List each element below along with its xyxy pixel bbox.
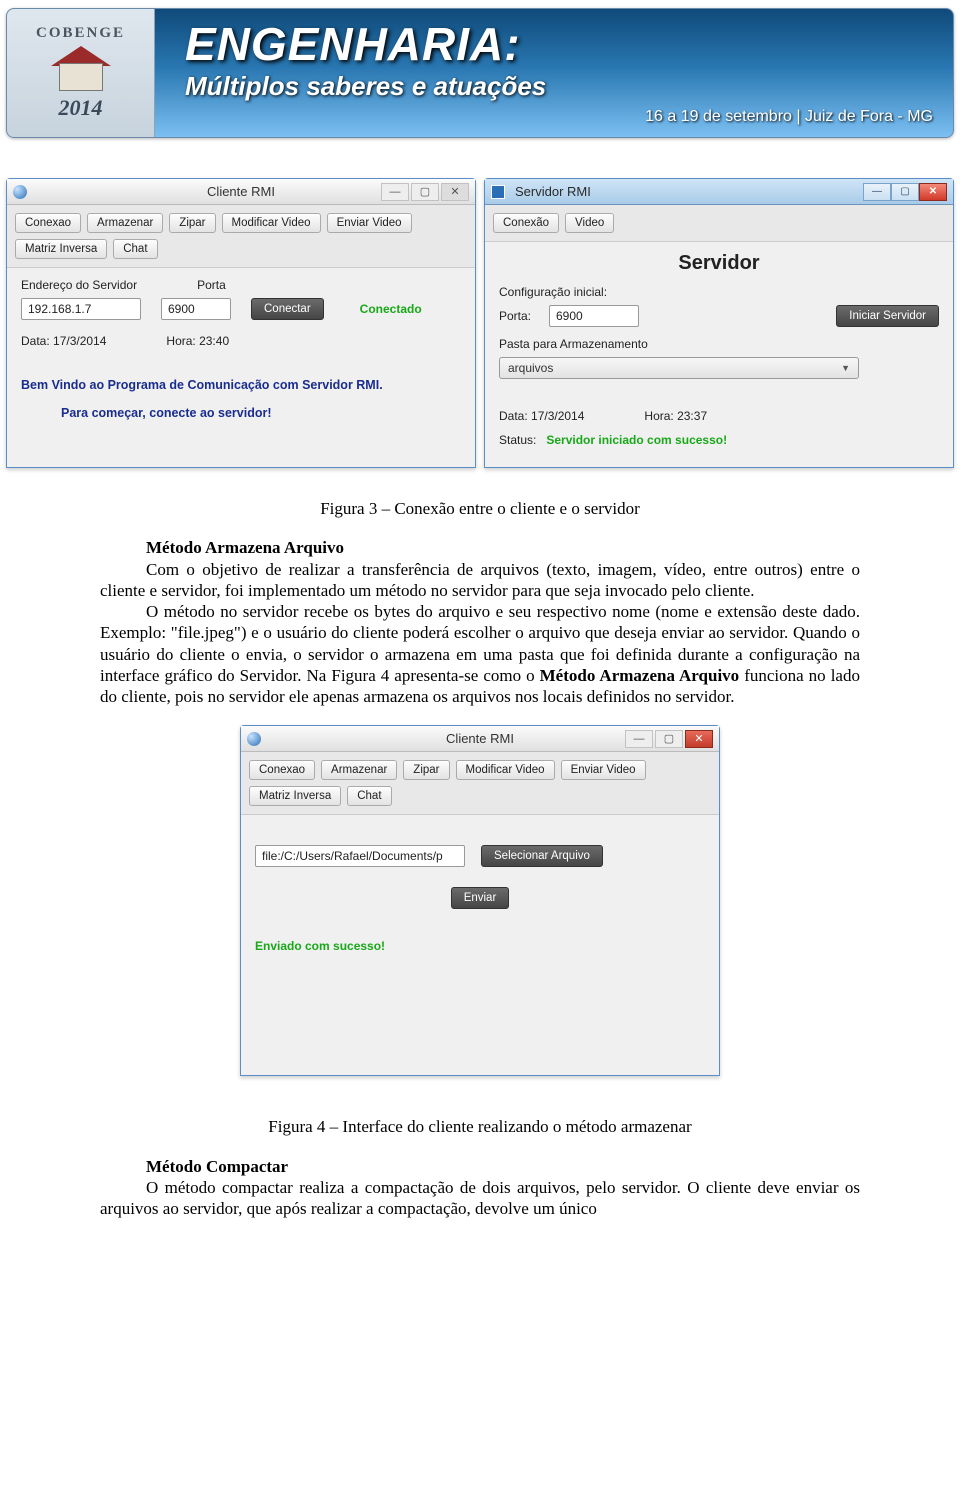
client2-body: Selecionar Arquivo Enviar Enviado com su… xyxy=(241,815,719,1075)
app-icon xyxy=(13,185,27,199)
client-rmi-window-armazenar: Cliente RMI — ▢ ✕ Conexao Armazenar Zipa… xyxy=(240,725,720,1076)
minimize-button[interactable]: — xyxy=(381,183,409,201)
welcome-line-1: Bem Vindo ao Programa de Comunicação com… xyxy=(21,378,461,392)
banner-right: ENGENHARIA: Múltiplos saberes e atuações… xyxy=(155,9,953,137)
selecionar-arquivo-button[interactable]: Selecionar Arquivo xyxy=(481,845,603,867)
pasta-label: Pasta para Armazenamento xyxy=(499,337,939,351)
banner-year: 2014 xyxy=(59,95,103,121)
tab-matriz-inversa[interactable]: Matriz Inversa xyxy=(15,239,107,259)
maximize-button[interactable]: ▢ xyxy=(411,183,439,201)
status-value: Servidor iniciado com sucesso! xyxy=(546,433,727,447)
tab-armazenar[interactable]: Armazenar xyxy=(87,213,163,233)
metodo-armazena-heading: Método Armazena Arquivo xyxy=(146,538,344,557)
server-toolbar: Conexão Video xyxy=(485,205,953,242)
window-title: Cliente RMI xyxy=(446,731,514,746)
house-icon xyxy=(51,46,111,91)
server-heading: Servidor xyxy=(499,252,939,275)
hora-label: Hora: 23:40 xyxy=(166,334,229,348)
titlebar: Servidor RMI — ▢ ✕ xyxy=(485,179,953,205)
tab-modificar-video[interactable]: Modificar Video xyxy=(456,760,555,780)
banner-title: ENGENHARIA: xyxy=(185,21,933,67)
window-title: Cliente RMI xyxy=(207,184,275,199)
welcome-line-2: Para começar, conecte ao servidor! xyxy=(21,406,461,420)
enviado-status: Enviado com sucesso! xyxy=(255,939,705,953)
banner-left-logo: COBENGE 2014 xyxy=(7,9,155,137)
tab-zipar[interactable]: Zipar xyxy=(169,213,215,233)
data-label: Data: 17/3/2014 xyxy=(21,334,106,348)
hora-label: Hora: 23:37 xyxy=(644,409,707,423)
pasta-dropdown[interactable]: arquivos ▼ xyxy=(499,357,859,379)
endereco-input[interactable] xyxy=(21,298,141,320)
window-title: Servidor RMI xyxy=(515,184,591,199)
tab-video[interactable]: Video xyxy=(565,213,614,233)
minimize-button[interactable]: — xyxy=(863,183,891,201)
status-label: Status: xyxy=(499,433,536,447)
tab-chat[interactable]: Chat xyxy=(347,786,391,806)
banner-dateline: 16 a 19 de setembro | Juiz de Fora - MG xyxy=(185,108,933,126)
endereco-label: Endereço do Servidor xyxy=(21,278,137,292)
config-inicial-label: Configuração inicial: xyxy=(499,285,939,299)
paragraph-1b: O método no servidor recebe os bytes do … xyxy=(100,601,860,707)
figure-4-caption: Figura 4 – Interface do cliente realizan… xyxy=(100,1116,860,1137)
tab-enviar-video[interactable]: Enviar Video xyxy=(327,213,412,233)
tab-conexao[interactable]: Conexao xyxy=(15,213,81,233)
titlebar: Cliente RMI — ▢ ✕ xyxy=(241,726,719,752)
event-banner: COBENGE 2014 ENGENHARIA: Múltiplos saber… xyxy=(6,8,954,138)
minimize-button[interactable]: — xyxy=(625,730,653,748)
porta-input[interactable] xyxy=(161,298,231,320)
banner-org: COBENGE xyxy=(36,25,125,42)
close-button[interactable]: ✕ xyxy=(685,730,713,748)
iniciar-servidor-button[interactable]: Iniciar Servidor xyxy=(836,305,939,327)
client-rmi-window: Cliente RMI — ▢ ✕ Conexao Armazenar Zipa… xyxy=(6,178,476,468)
tab-conexao[interactable]: Conexao xyxy=(249,760,315,780)
titlebar: Cliente RMI — ▢ ✕ xyxy=(7,179,475,205)
data-label: Data: 17/3/2014 xyxy=(499,409,584,423)
paragraph-1b-bold: Método Armazena Arquivo xyxy=(540,666,740,685)
client2-toolbar: Conexao Armazenar Zipar Modificar Video … xyxy=(241,752,719,815)
app-icon xyxy=(491,185,505,199)
conectado-status: Conectado xyxy=(360,302,422,316)
banner-subtitle: Múltiplos saberes e atuações xyxy=(185,71,933,102)
pasta-value: arquivos xyxy=(508,361,553,375)
app-icon xyxy=(247,732,261,746)
tab-enviar-video[interactable]: Enviar Video xyxy=(561,760,646,780)
maximize-button[interactable]: ▢ xyxy=(891,183,919,201)
tab-conexao[interactable]: Conexão xyxy=(493,213,559,233)
close-button[interactable]: ✕ xyxy=(441,183,469,201)
paragraph-2: O método compactar realiza a compactação… xyxy=(100,1177,860,1220)
figure-3-caption: Figura 3 – Conexão entre o cliente e o s… xyxy=(100,498,860,519)
client-body: Endereço do Servidor Porta Conectar Cone… xyxy=(7,268,475,467)
tab-modificar-video[interactable]: Modificar Video xyxy=(222,213,321,233)
tab-matriz-inversa[interactable]: Matriz Inversa xyxy=(249,786,341,806)
tab-chat[interactable]: Chat xyxy=(113,239,157,259)
server-rmi-window: Servidor RMI — ▢ ✕ Conexão Video Servido… xyxy=(484,178,954,468)
porta-label: Porta: xyxy=(499,309,549,323)
tab-zipar[interactable]: Zipar xyxy=(403,760,449,780)
porta-label: Porta xyxy=(197,278,226,292)
metodo-compactar-heading: Método Compactar xyxy=(146,1157,288,1176)
enviar-button[interactable]: Enviar xyxy=(451,887,510,909)
server-body: Servidor Configuração inicial: Porta: In… xyxy=(485,242,953,467)
maximize-button[interactable]: ▢ xyxy=(655,730,683,748)
conectar-button[interactable]: Conectar xyxy=(251,298,324,320)
paragraph-1a: Com o objetivo de realizar a transferênc… xyxy=(100,559,860,602)
tab-armazenar[interactable]: Armazenar xyxy=(321,760,397,780)
close-button[interactable]: ✕ xyxy=(919,183,947,201)
chevron-down-icon: ▼ xyxy=(841,363,850,373)
porta-input[interactable] xyxy=(549,305,639,327)
filepath-input[interactable] xyxy=(255,845,465,867)
client-toolbar: Conexao Armazenar Zipar Modificar Video … xyxy=(7,205,475,268)
